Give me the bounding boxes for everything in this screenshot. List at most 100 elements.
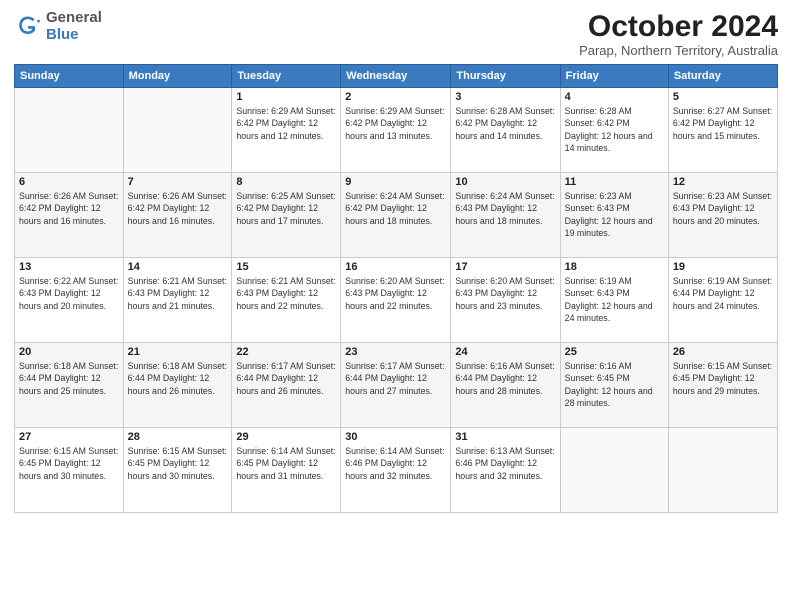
calendar-cell: 10Sunrise: 6:24 AM Sunset: 6:43 PM Dayli…	[451, 173, 560, 258]
day-info: Sunrise: 6:21 AM Sunset: 6:43 PM Dayligh…	[128, 275, 228, 312]
calendar-cell: 15 Sunrise: 6:21 AM Sunset: 6:43 PM Dayli…	[232, 258, 341, 343]
day-number: 28	[128, 431, 228, 443]
day-number: 22	[236, 346, 336, 358]
calendar-cell: 28Sunrise: 6:15 AM Sunset: 6:45 PM Dayli…	[123, 428, 232, 513]
calendar-cell	[15, 88, 124, 173]
day-info: Sunrise: 6:23 AM Sunset: 6:43 PM Dayligh…	[673, 190, 773, 227]
day-info: Sunrise: 6:14 AM Sunset: 6:46 PM Dayligh…	[345, 445, 446, 482]
calendar-cell	[560, 428, 668, 513]
day-info: Sunrise: 6:17 AM Sunset: 6:44 PM Dayligh…	[236, 360, 336, 397]
calendar-week-row: 1Sunrise: 6:29 AM Sunset: 6:42 PM Daylig…	[15, 88, 778, 173]
calendar-cell: 8Sunrise: 6:25 AM Sunset: 6:42 PM Daylig…	[232, 173, 341, 258]
day-number: 15	[236, 261, 336, 273]
day-number: 27	[19, 431, 119, 443]
calendar-cell: 25 Sunrise: 6:16 AM Sunset: 6:45 PM Dayli…	[560, 343, 668, 428]
day-number: 21	[128, 346, 228, 358]
day-number: 30	[345, 431, 446, 443]
day-number: 12	[673, 176, 773, 188]
day-info: Sunrise: 6:27 AM Sunset: 6:42 PM Dayligh…	[673, 105, 773, 142]
day-number: 2	[345, 91, 446, 103]
calendar-cell: 1Sunrise: 6:29 AM Sunset: 6:42 PM Daylig…	[232, 88, 341, 173]
calendar-cell: 22 Sunrise: 6:17 AM Sunset: 6:44 PM Dayli…	[232, 343, 341, 428]
day-info: Sunrise: 6:19 AM Sunset: 6:43 PM Dayligh…	[565, 275, 664, 324]
calendar-cell: 23Sunrise: 6:17 AM Sunset: 6:44 PM Dayli…	[341, 343, 451, 428]
day-number: 18	[565, 261, 664, 273]
logo-blue-text: Blue	[46, 27, 102, 44]
calendar-cell: 21 Sunrise: 6:18 AM Sunset: 6:44 PM Dayli…	[123, 343, 232, 428]
day-info: Sunrise: 6:24 AM Sunset: 6:42 PM Dayligh…	[345, 190, 446, 227]
calendar-cell: 13 Sunrise: 6:22 AM Sunset: 6:43 PM Dayli…	[15, 258, 124, 343]
logo-text: General Blue	[46, 10, 102, 43]
calendar-cell	[123, 88, 232, 173]
day-info: Sunrise: 6:20 AM Sunset: 6:43 PM Dayligh…	[455, 275, 555, 312]
calendar-header-saturday: Saturday	[668, 65, 777, 88]
day-number: 25	[565, 346, 664, 358]
day-info: Sunrise: 6:19 AM Sunset: 6:44 PM Dayligh…	[673, 275, 773, 312]
logo-general-text: General	[46, 10, 102, 27]
calendar-cell: 5 Sunrise: 6:27 AM Sunset: 6:42 PM Daylig…	[668, 88, 777, 173]
title-area: October 2024 Parap, Northern Territory, …	[579, 10, 778, 58]
day-number: 9	[345, 176, 446, 188]
day-info: Sunrise: 6:22 AM Sunset: 6:43 PM Dayligh…	[19, 275, 119, 312]
location-subtitle: Parap, Northern Territory, Australia	[579, 43, 778, 58]
calendar-week-row: 20 Sunrise: 6:18 AM Sunset: 6:44 PM Dayli…	[15, 343, 778, 428]
calendar-header-tuesday: Tuesday	[232, 65, 341, 88]
day-info: Sunrise: 6:13 AM Sunset: 6:46 PM Dayligh…	[455, 445, 555, 482]
day-number: 5	[673, 91, 773, 103]
calendar-cell: 26Sunrise: 6:15 AM Sunset: 6:45 PM Dayli…	[668, 343, 777, 428]
day-info: Sunrise: 6:26 AM Sunset: 6:42 PM Dayligh…	[19, 190, 119, 227]
day-info: Sunrise: 6:25 AM Sunset: 6:42 PM Dayligh…	[236, 190, 336, 227]
day-info: Sunrise: 6:14 AM Sunset: 6:45 PM Dayligh…	[236, 445, 336, 482]
calendar-cell: 30 Sunrise: 6:14 AM Sunset: 6:46 PM Dayli…	[341, 428, 451, 513]
calendar-cell: 27 Sunrise: 6:15 AM Sunset: 6:45 PM Dayli…	[15, 428, 124, 513]
day-info: Sunrise: 6:16 AM Sunset: 6:44 PM Dayligh…	[455, 360, 555, 397]
day-info: Sunrise: 6:20 AM Sunset: 6:43 PM Dayligh…	[345, 275, 446, 312]
calendar-header-row: SundayMondayTuesdayWednesdayThursdayFrid…	[15, 65, 778, 88]
calendar-cell: 20 Sunrise: 6:18 AM Sunset: 6:44 PM Dayli…	[15, 343, 124, 428]
calendar-cell: 14 Sunrise: 6:21 AM Sunset: 6:43 PM Dayli…	[123, 258, 232, 343]
day-number: 16	[345, 261, 446, 273]
day-number: 13	[19, 261, 119, 273]
calendar-header-sunday: Sunday	[15, 65, 124, 88]
calendar-table: SundayMondayTuesdayWednesdayThursdayFrid…	[14, 64, 778, 513]
page: General Blue October 2024 Parap, Norther…	[0, 0, 792, 612]
day-number: 17	[455, 261, 555, 273]
calendar-cell: 11Sunrise: 6:23 AM Sunset: 6:43 PM Dayli…	[560, 173, 668, 258]
day-info: Sunrise: 6:18 AM Sunset: 6:44 PM Dayligh…	[19, 360, 119, 397]
day-info: Sunrise: 6:15 AM Sunset: 6:45 PM Dayligh…	[19, 445, 119, 482]
day-number: 10	[455, 176, 555, 188]
calendar-header-monday: Monday	[123, 65, 232, 88]
day-number: 11	[565, 176, 664, 188]
day-info: Sunrise: 6:28 AM Sunset: 6:42 PM Dayligh…	[565, 105, 664, 154]
day-number: 29	[236, 431, 336, 443]
day-number: 1	[236, 91, 336, 103]
calendar-cell: 2Sunrise: 6:29 AM Sunset: 6:42 PM Daylig…	[341, 88, 451, 173]
day-number: 3	[455, 91, 555, 103]
day-number: 14	[128, 261, 228, 273]
day-info: Sunrise: 6:28 AM Sunset: 6:42 PM Dayligh…	[455, 105, 555, 142]
calendar-cell: 3 Sunrise: 6:28 AM Sunset: 6:42 PM Daylig…	[451, 88, 560, 173]
day-number: 26	[673, 346, 773, 358]
calendar-cell: 24Sunrise: 6:16 AM Sunset: 6:44 PM Dayli…	[451, 343, 560, 428]
calendar-cell: 4Sunrise: 6:28 AM Sunset: 6:42 PM Daylig…	[560, 88, 668, 173]
calendar-cell: 7Sunrise: 6:26 AM Sunset: 6:42 PM Daylig…	[123, 173, 232, 258]
day-number: 31	[455, 431, 555, 443]
calendar-cell	[668, 428, 777, 513]
calendar-header-wednesday: Wednesday	[341, 65, 451, 88]
day-info: Sunrise: 6:21 AM Sunset: 6:43 PM Dayligh…	[236, 275, 336, 312]
calendar-cell: 31 Sunrise: 6:13 AM Sunset: 6:46 PM Dayli…	[451, 428, 560, 513]
calendar-cell: 6 Sunrise: 6:26 AM Sunset: 6:42 PM Daylig…	[15, 173, 124, 258]
calendar-header-thursday: Thursday	[451, 65, 560, 88]
day-info: Sunrise: 6:16 AM Sunset: 6:45 PM Dayligh…	[565, 360, 664, 409]
calendar-cell: 29 Sunrise: 6:14 AM Sunset: 6:45 PM Dayli…	[232, 428, 341, 513]
day-info: Sunrise: 6:26 AM Sunset: 6:42 PM Dayligh…	[128, 190, 228, 227]
calendar-cell: 18 Sunrise: 6:19 AM Sunset: 6:43 PM Dayli…	[560, 258, 668, 343]
day-number: 6	[19, 176, 119, 188]
header: General Blue October 2024 Parap, Norther…	[14, 10, 778, 58]
day-number: 19	[673, 261, 773, 273]
calendar-cell: 9 Sunrise: 6:24 AM Sunset: 6:42 PM Daylig…	[341, 173, 451, 258]
logo: General Blue	[14, 10, 102, 43]
day-info: Sunrise: 6:18 AM Sunset: 6:44 PM Dayligh…	[128, 360, 228, 397]
day-number: 20	[19, 346, 119, 358]
calendar-week-row: 6 Sunrise: 6:26 AM Sunset: 6:42 PM Daylig…	[15, 173, 778, 258]
